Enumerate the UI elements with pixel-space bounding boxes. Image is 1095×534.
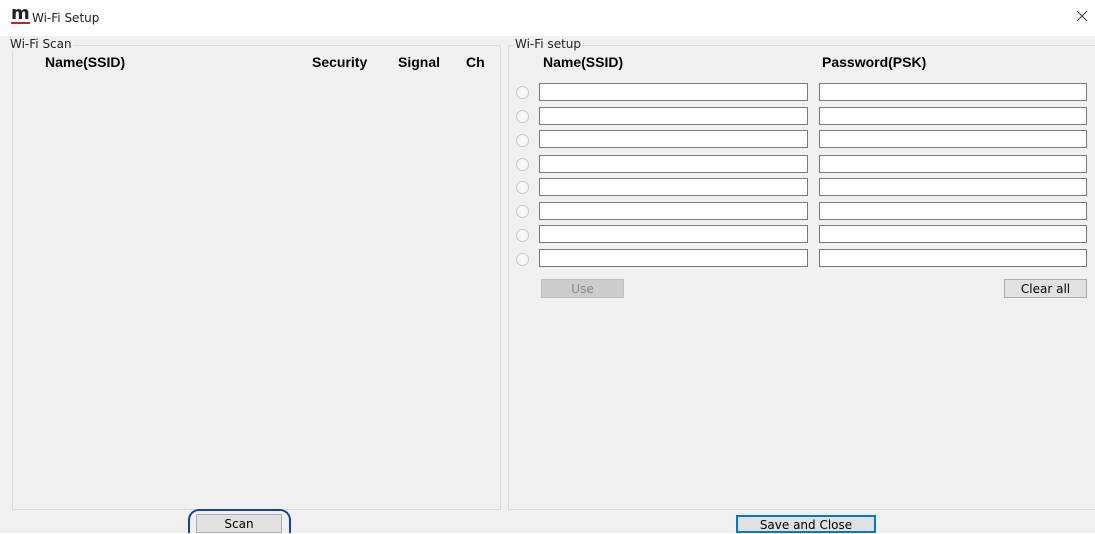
scan-col-signal[interactable]: Signal <box>398 54 440 70</box>
ssid-field-7[interactable] <box>539 225 808 243</box>
psk-field-6[interactable] <box>819 202 1087 220</box>
entry-radio-4[interactable] <box>516 158 529 171</box>
m-logo-icon: m <box>11 3 30 24</box>
psk-field-7[interactable] <box>819 225 1087 243</box>
psk-field-4[interactable] <box>819 155 1087 173</box>
scan-col-channel[interactable]: Ch <box>466 54 485 70</box>
psk-field-1[interactable] <box>819 83 1087 101</box>
entry-radio-5[interactable] <box>516 181 529 194</box>
psk-field-8[interactable] <box>819 249 1087 267</box>
clear-all-button[interactable]: Clear all <box>1004 279 1087 298</box>
scan-col-security[interactable]: Security <box>312 54 367 70</box>
wifi-scan-legend: Wi-Fi Scan <box>9 37 73 51</box>
entry-radio-8[interactable] <box>516 253 529 266</box>
psk-field-5[interactable] <box>819 178 1087 196</box>
setup-col-name: Name(SSID) <box>543 54 624 70</box>
entry-radio-1[interactable] <box>516 86 529 99</box>
entry-radio-3[interactable] <box>516 134 529 147</box>
psk-field-2[interactable] <box>819 107 1087 125</box>
save-and-close-button[interactable]: Save and Close <box>736 515 876 533</box>
ssid-field-4[interactable] <box>539 155 808 173</box>
ssid-field-1[interactable] <box>539 83 808 101</box>
close-icon[interactable] <box>1075 9 1089 23</box>
scan-results-list[interactable] <box>14 76 498 506</box>
title-bar: m Wi-Fi Setup <box>0 0 1095 36</box>
wifi-setup-legend: Wi-Fi setup <box>514 37 583 51</box>
entry-radio-7[interactable] <box>516 229 529 242</box>
entry-radio-6[interactable] <box>516 205 529 218</box>
ssid-field-2[interactable] <box>539 107 808 125</box>
scan-col-name[interactable]: Name(SSID) <box>45 54 125 70</box>
scan-button[interactable]: Scan <box>196 514 282 533</box>
setup-col-password: Password(PSK) <box>822 54 927 70</box>
use-button[interactable]: Use <box>541 279 624 298</box>
entry-radio-2[interactable] <box>516 110 529 123</box>
ssid-field-6[interactable] <box>539 202 808 220</box>
ssid-field-5[interactable] <box>539 178 808 196</box>
ssid-field-3[interactable] <box>539 130 808 148</box>
window-title: Wi-Fi Setup <box>32 11 100 25</box>
ssid-field-8[interactable] <box>539 249 808 267</box>
psk-field-3[interactable] <box>819 130 1087 148</box>
